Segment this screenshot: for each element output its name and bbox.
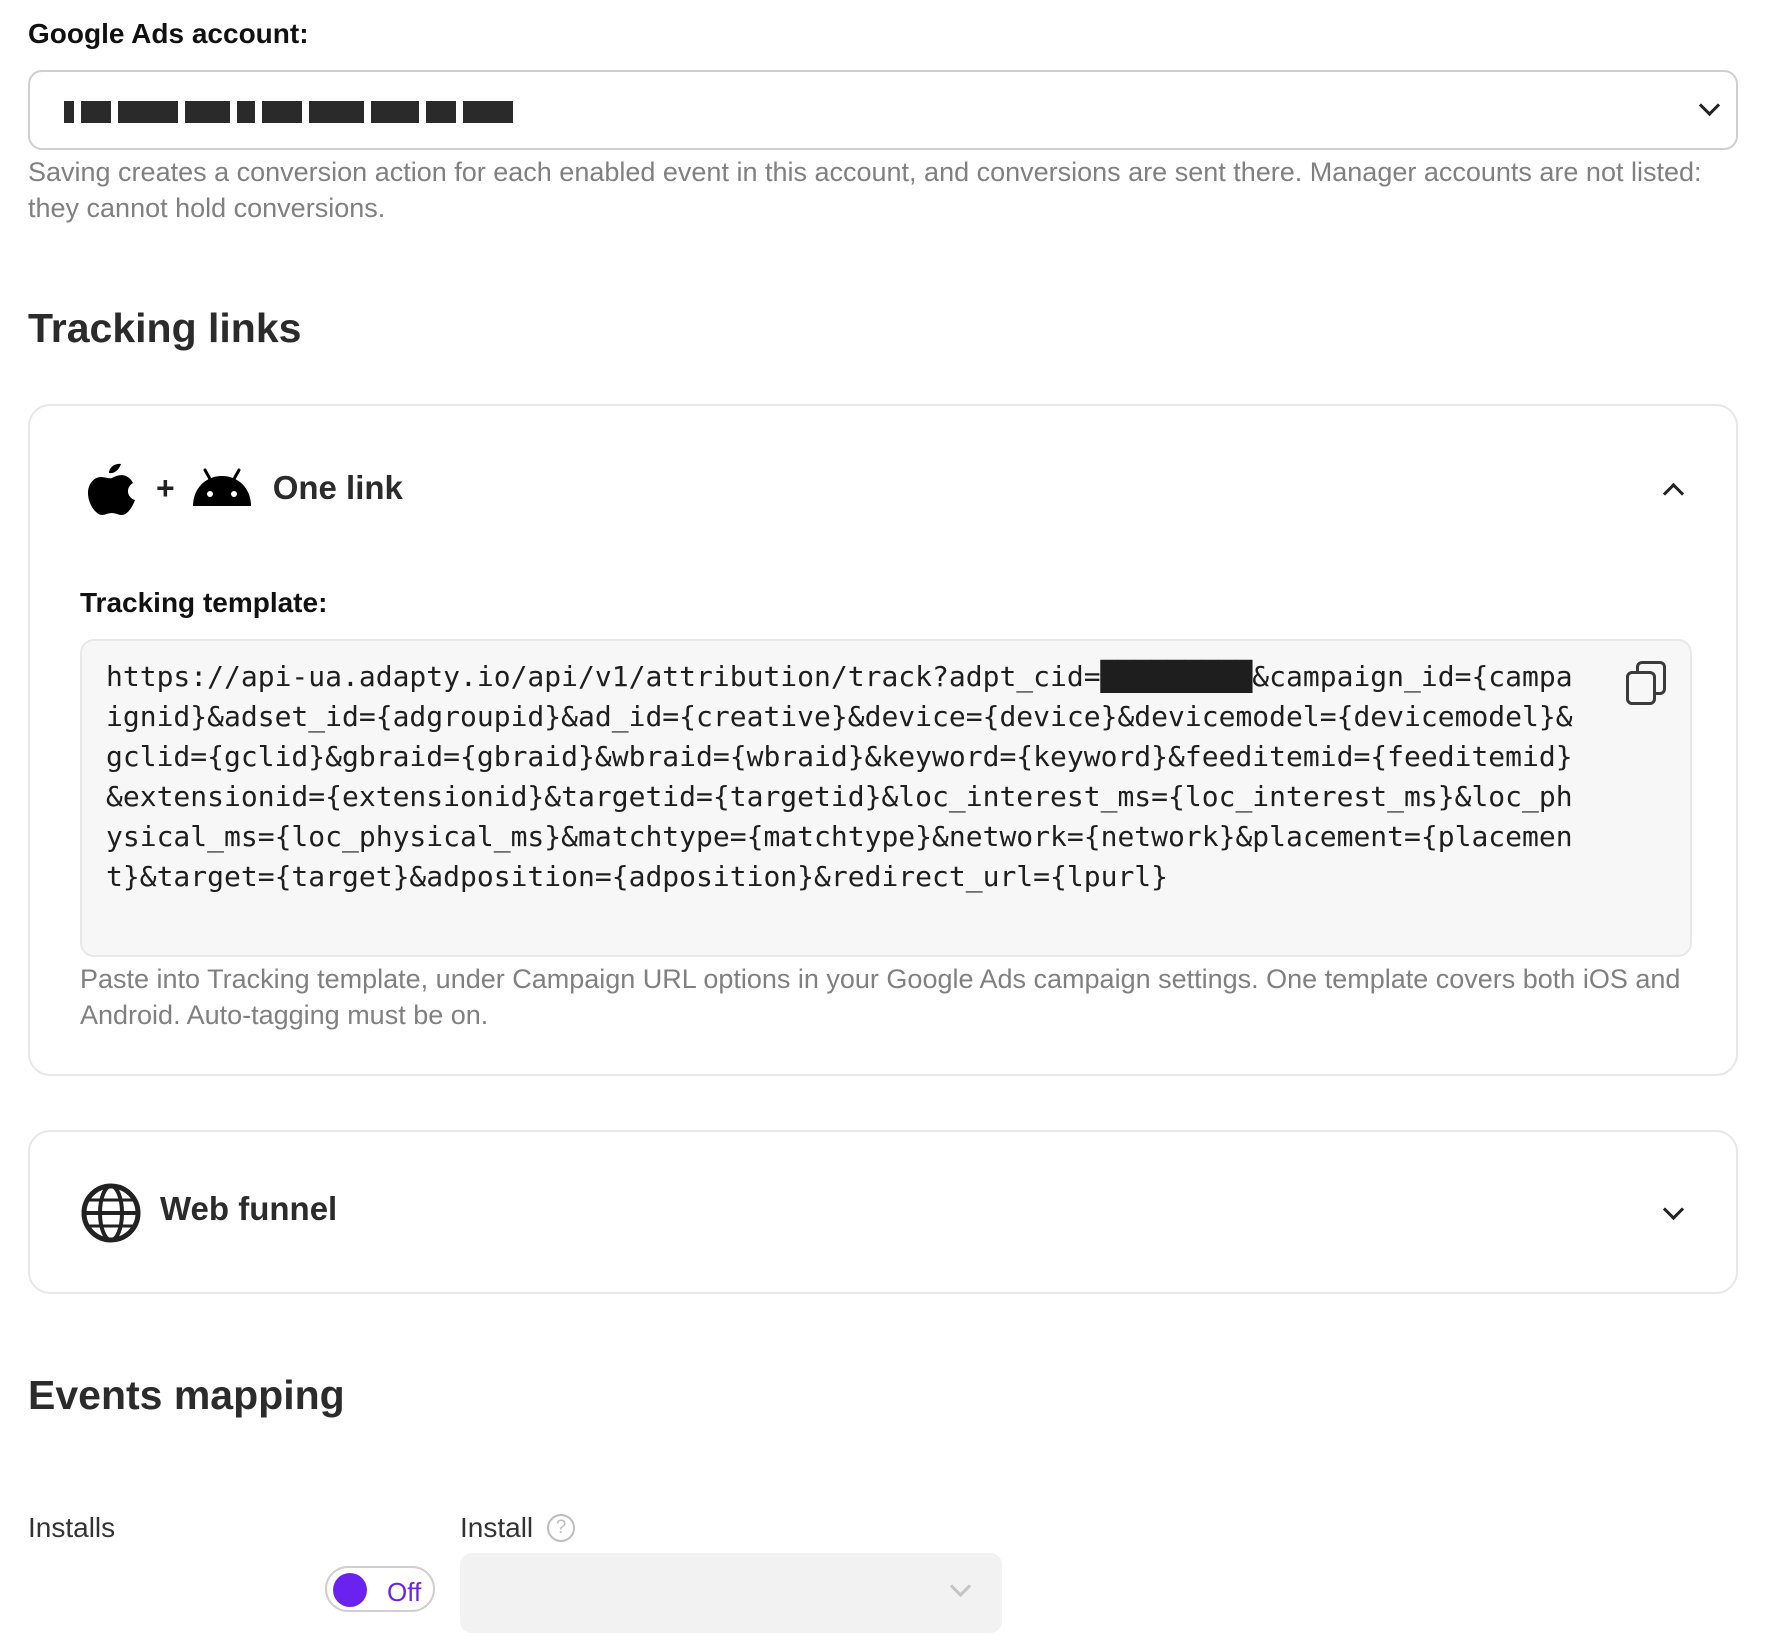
- install-event-label: Install: [460, 1512, 534, 1543]
- installs-toggle[interactable]: Off: [325, 1566, 435, 1612]
- tracking-links-title: Tracking links: [28, 305, 302, 351]
- plus-sign: +: [156, 469, 175, 506]
- toggle-state-label: Off: [387, 1577, 422, 1607]
- tracking-template-help: Paste into Tracking template, under Camp…: [80, 964, 1681, 1030]
- chevron-up-icon[interactable]: [1662, 482, 1685, 505]
- chevron-down-icon: [1662, 1198, 1685, 1221]
- one-link-title: One link: [272, 469, 403, 506]
- help-icon[interactable]: ?: [547, 1514, 575, 1542]
- events-mapping-title: Events mapping: [28, 1372, 345, 1418]
- chevron-down-icon: [949, 1575, 972, 1598]
- web-funnel-card[interactable]: Web funnel: [28, 1130, 1738, 1294]
- tracking-template-text[interactable]: https://api-ua.adapty.io/api/v1/attribut…: [106, 657, 1576, 897]
- installs-label: Installs: [28, 1512, 116, 1543]
- account-help-text: Saving creates a conversion action for e…: [28, 157, 1702, 223]
- toggle-knob: [333, 1573, 367, 1607]
- one-link-card: + One link Tracking template: https://ap…: [28, 404, 1738, 1076]
- google-ads-account-label: Google Ads account:: [28, 18, 309, 49]
- one-link-header[interactable]: + One link: [86, 458, 403, 518]
- account-value-redacted: [64, 98, 604, 126]
- chevron-down-icon: [1698, 94, 1721, 117]
- globe-icon: [81, 1183, 141, 1243]
- tracking-template-label: Tracking template:: [80, 587, 328, 618]
- copy-icon[interactable]: [1624, 659, 1666, 705]
- tracking-template-box: https://api-ua.adapty.io/api/v1/attribut…: [80, 639, 1692, 957]
- apple-icon: [88, 463, 135, 515]
- google-ads-account-select[interactable]: [28, 70, 1738, 150]
- web-funnel-title: Web funnel: [160, 1190, 338, 1227]
- install-event-select[interactable]: [460, 1553, 1002, 1633]
- android-icon: [192, 468, 251, 506]
